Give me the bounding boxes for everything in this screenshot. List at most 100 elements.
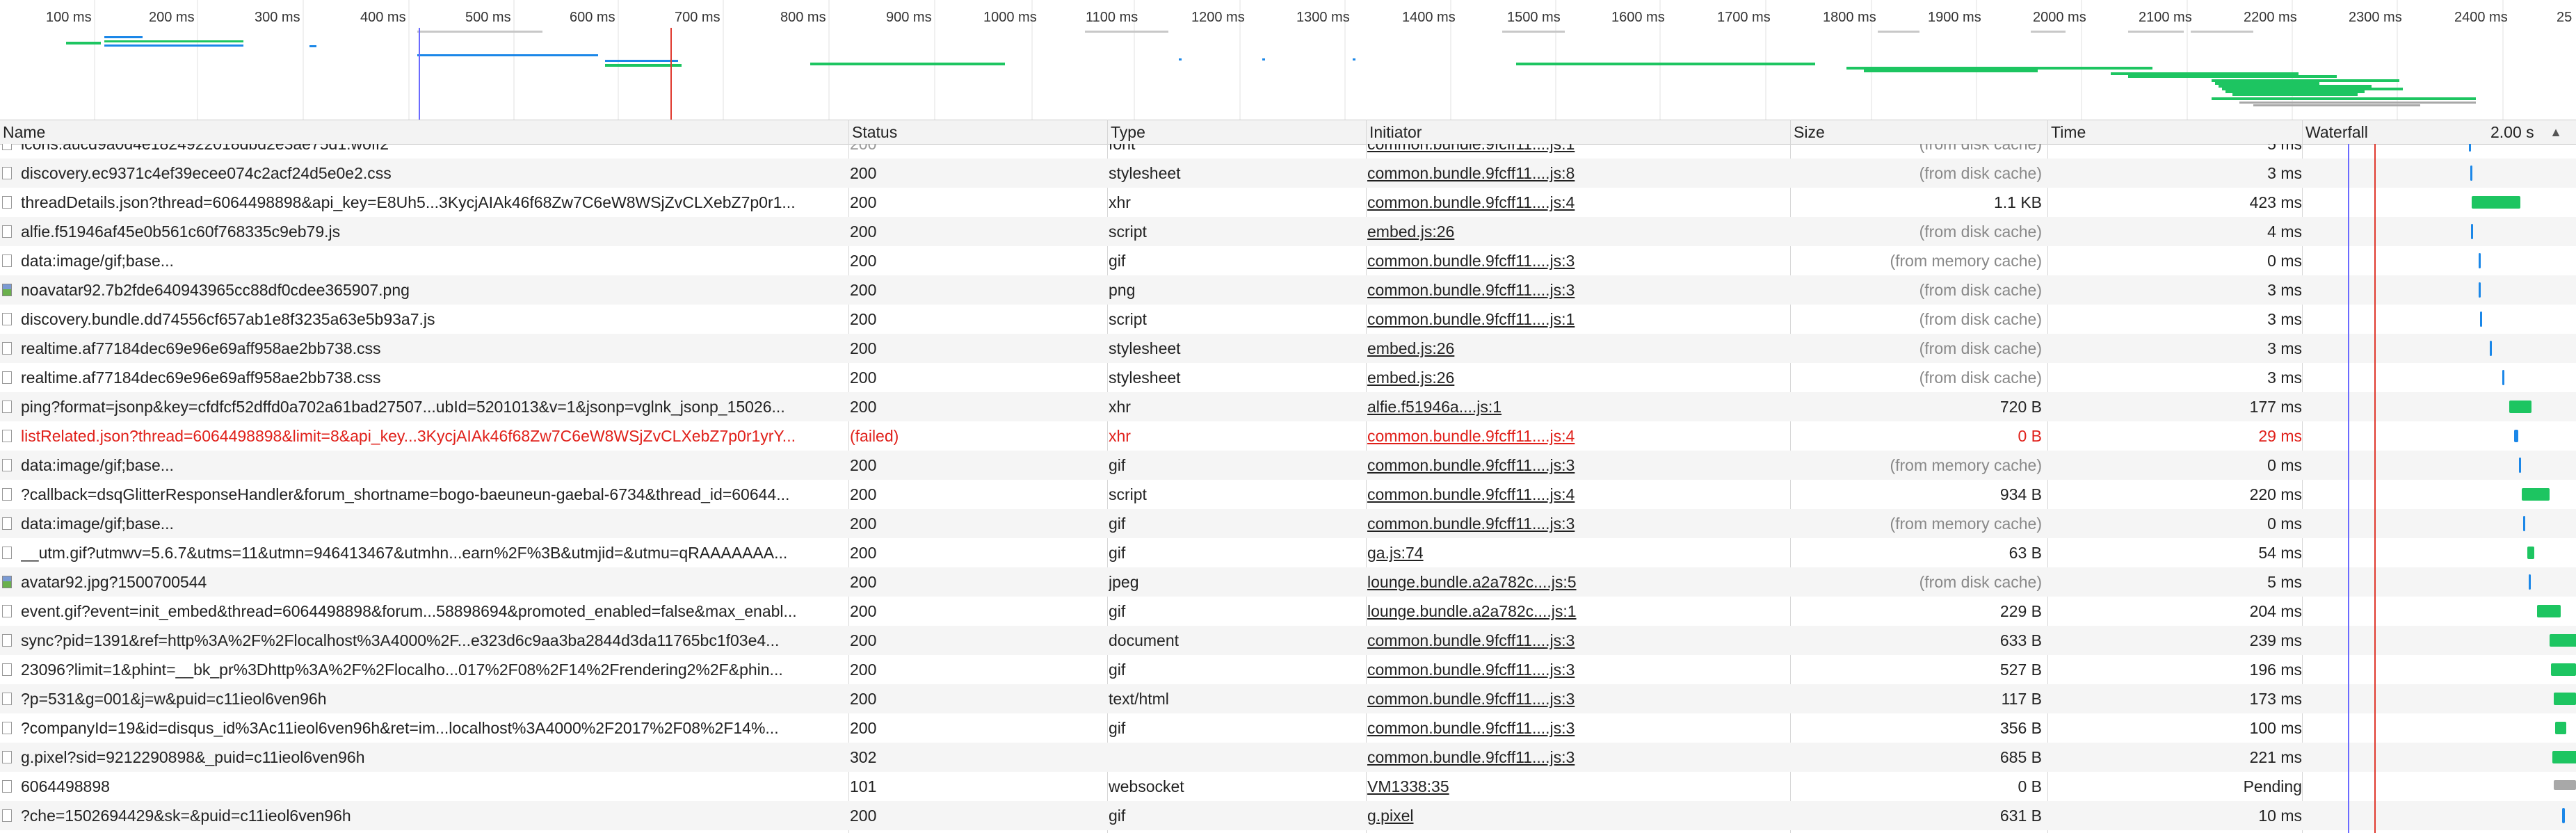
- waterfall-timing-bar[interactable]: [2550, 634, 2576, 647]
- waterfall-timing-bar[interactable]: [2522, 488, 2550, 501]
- request-initiator[interactable]: embed.js:26: [1367, 363, 1785, 392]
- request-row[interactable]: 23096?limit=1&phint=__bk_pr%3Dhttp%3A%2F…: [0, 655, 2576, 684]
- request-initiator[interactable]: common.bundle.9fcff11....js:4: [1367, 480, 1785, 509]
- request-row[interactable]: data:image/gif;base... 200 gif common.bundl…: [0, 509, 2576, 538]
- waterfall-timing-bar[interactable]: [2490, 341, 2492, 356]
- waterfall-timing-bar[interactable]: [2529, 574, 2531, 590]
- request-row[interactable]: ?che=1502694429&sk=&puid=c11ieol6ven96h 2…: [0, 801, 2576, 830]
- waterfall-timing-bar[interactable]: [2554, 693, 2576, 705]
- waterfall-timing-bar[interactable]: [2502, 370, 2504, 385]
- request-row[interactable]: noavatar92.7b2fde640943965cc88df0cdee365…: [0, 275, 2576, 305]
- waterfall-timing-bar[interactable]: [2527, 547, 2534, 559]
- request-row[interactable]: 6064498898 101 websocket VM1338:35 0 B Pendin…: [0, 772, 2576, 801]
- sort-ascending-icon[interactable]: ▲: [2550, 120, 2562, 144]
- column-initiator-header[interactable]: Initiator: [1366, 120, 1790, 144]
- request-initiator[interactable]: common.bundle.9fcff11....js:1: [1367, 305, 1785, 334]
- request-status: 200: [850, 310, 877, 328]
- document-file-icon: [2, 254, 12, 267]
- request-initiator[interactable]: common.bundle.9fcff11....js:3: [1367, 509, 1785, 538]
- column-waterfall-header[interactable]: Waterfall 2.00 s ▲: [2302, 120, 2576, 144]
- request-initiator[interactable]: lounge.bundle.a2a782c....js:5: [1367, 567, 1785, 597]
- document-file-icon: [2, 371, 12, 384]
- overview-timeline[interactable]: 100 ms 200 ms 300 ms 400 ms 500 ms 600 ms 700 …: [0, 0, 2576, 120]
- timeline-tick-label: 1200 ms: [1191, 10, 1245, 25]
- request-initiator[interactable]: common.bundle.9fcff11....js:4: [1367, 188, 1785, 217]
- waterfall-timing-bar[interactable]: [2555, 722, 2566, 734]
- request-initiator[interactable]: common.bundle.9fcff11....js:3: [1367, 713, 1785, 743]
- column-time-header[interactable]: Time: [2047, 120, 2302, 144]
- waterfall-timing-bar[interactable]: [2562, 808, 2565, 823]
- column-size-header[interactable]: Size: [1790, 120, 2047, 144]
- request-name: icons.aucd9a0d4e1824922018dbd2e3ae75d1.w…: [21, 144, 389, 153]
- request-row[interactable]: threadDetails.json?thread=6064498898&api…: [0, 188, 2576, 217]
- column-name-header[interactable]: Name: [0, 120, 848, 144]
- waterfall-timing-bar[interactable]: [2554, 780, 2576, 790]
- waterfall-timing-bar[interactable]: [2537, 605, 2561, 617]
- request-initiator[interactable]: g.pixel: [1367, 801, 1785, 830]
- request-row[interactable]: avatar92.jpg?1500700544 200 jpeg lounge.bun…: [0, 567, 2576, 597]
- request-initiator[interactable]: common.bundle.9fcff11....js:4: [1367, 421, 1785, 451]
- request-initiator[interactable]: VM1338:35: [1367, 772, 1785, 801]
- request-initiator[interactable]: common.bundle.9fcff11....js:8: [1367, 159, 1785, 188]
- request-name: threadDetails.json?thread=6064498898&api…: [21, 193, 796, 211]
- request-initiator[interactable]: lounge.bundle.a2a782c....js:1: [1367, 597, 1785, 626]
- waterfall-timing-bar[interactable]: [2509, 401, 2531, 413]
- request-row[interactable]: ?p=531&g=001&j=w&puid=c11ieol6ven96h 200 t…: [0, 684, 2576, 713]
- document-file-icon: [2, 430, 12, 442]
- document-file-icon: [2, 780, 12, 793]
- request-row[interactable]: discovery.bundle.dd74556cf657ab1e8f3235a…: [0, 305, 2576, 334]
- waterfall-timing-bar[interactable]: [2480, 312, 2482, 327]
- request-initiator[interactable]: common.bundle.9fcff11....js:3: [1367, 246, 1785, 275]
- waterfall-timing-bar[interactable]: [2479, 253, 2481, 268]
- request-row[interactable]: realtime.af77184dec69e96e69aff958ae2bb73…: [0, 334, 2576, 363]
- request-initiator[interactable]: common.bundle.9fcff11....js:3: [1367, 451, 1785, 480]
- overview-request-bar: [2191, 31, 2253, 33]
- request-name: ?che=1502694429&sk=&puid=c11ieol6ven96h: [21, 807, 351, 825]
- request-row[interactable]: alfie.f51946af45e0b561c60f768335c9eb79.j…: [0, 217, 2576, 246]
- waterfall-timing-bar[interactable]: [2523, 516, 2525, 531]
- request-row[interactable]: discovery.ec9371c4ef39ecee074c2acf24d5e0…: [0, 159, 2576, 188]
- waterfall-timing-bar[interactable]: [2472, 196, 2520, 209]
- request-initiator[interactable]: common.bundle.9fcff11....js:3: [1367, 626, 1785, 655]
- request-initiator[interactable]: common.bundle.9fcff11....js:3: [1367, 743, 1785, 772]
- request-row[interactable]: data:image/gif;base... 200 gif common.bundl…: [0, 246, 2576, 275]
- request-row[interactable]: sync?pid=1391&ref=http%3A%2F%2Flocalhost…: [0, 626, 2576, 655]
- waterfall-timing-bar[interactable]: [2551, 663, 2576, 676]
- waterfall-timing-bar[interactable]: [2519, 458, 2521, 473]
- request-initiator[interactable]: embed.js:26: [1367, 334, 1785, 363]
- request-initiator[interactable]: common.bundle.9fcff11....js:3: [1367, 655, 1785, 684]
- waterfall-timing-bar[interactable]: [2479, 282, 2481, 298]
- request-row[interactable]: ping?format=jsonp&key=cfdfcf52dffd0a702a…: [0, 392, 2576, 421]
- waterfall-timing-bar[interactable]: [2469, 144, 2471, 152]
- request-row[interactable]: g.pixel?sid=9212290898&_puid=c11ieol6ven…: [0, 743, 2576, 772]
- request-type: websocket: [1109, 777, 1184, 795]
- request-status: 200: [850, 631, 877, 649]
- column-status-header[interactable]: Status: [848, 120, 1106, 144]
- request-name: g.pixel?sid=9212290898&_puid=c11ieol6ven…: [21, 748, 365, 766]
- request-initiator[interactable]: common.bundle.9fcff11....js:3: [1367, 275, 1785, 305]
- request-row[interactable]: listRelated.json?thread=6064498898&limit…: [0, 421, 2576, 451]
- request-initiator[interactable]: common.bundle.9fcff11....js:3: [1367, 684, 1785, 713]
- timeline-tick-label: 1900 ms: [1928, 10, 1981, 25]
- request-row[interactable]: __utm.gif?utmwv=5.6.7&utms=11&utmn=94641…: [0, 538, 2576, 567]
- request-initiator[interactable]: common.bundle.9fcff11....js:1: [1367, 144, 1785, 159]
- request-type: [1109, 743, 1359, 772]
- request-initiator[interactable]: alfie.f51946a....js:1: [1367, 392, 1785, 421]
- request-type: jpeg: [1109, 573, 1139, 591]
- request-type: xhr: [1109, 427, 1131, 445]
- request-initiator[interactable]: embed.js:26: [1367, 217, 1785, 246]
- request-row[interactable]: ?callback=dsqGlitterResponseHandler&foru…: [0, 480, 2576, 509]
- waterfall-timing-bar[interactable]: [2552, 751, 2576, 763]
- request-row[interactable]: ?companyId=19&id=disqus_id%3Ac11ieol6ven…: [0, 713, 2576, 743]
- waterfall-timing-bar[interactable]: [2514, 430, 2518, 442]
- waterfall-timing-bar[interactable]: [2470, 165, 2472, 181]
- request-row[interactable]: event.gif?event=init_embed&thread=606449…: [0, 597, 2576, 626]
- column-type-header[interactable]: Type: [1107, 120, 1365, 144]
- request-name: sync?pid=1391&ref=http%3A%2F%2Flocalhost…: [21, 631, 780, 649]
- request-row[interactable]: data:image/gif;base... 200 gif common.bundl…: [0, 451, 2576, 480]
- request-initiator[interactable]: ga.js:74: [1367, 538, 1785, 567]
- request-row[interactable]: icons.aucd9a0d4e1824922018dbd2e3ae75d1.w…: [0, 144, 2576, 159]
- request-row[interactable]: realtime.af77184dec69e96e69aff958ae2bb73…: [0, 363, 2576, 392]
- waterfall-timing-bar[interactable]: [2471, 224, 2473, 239]
- overview-request-bar: [104, 36, 143, 38]
